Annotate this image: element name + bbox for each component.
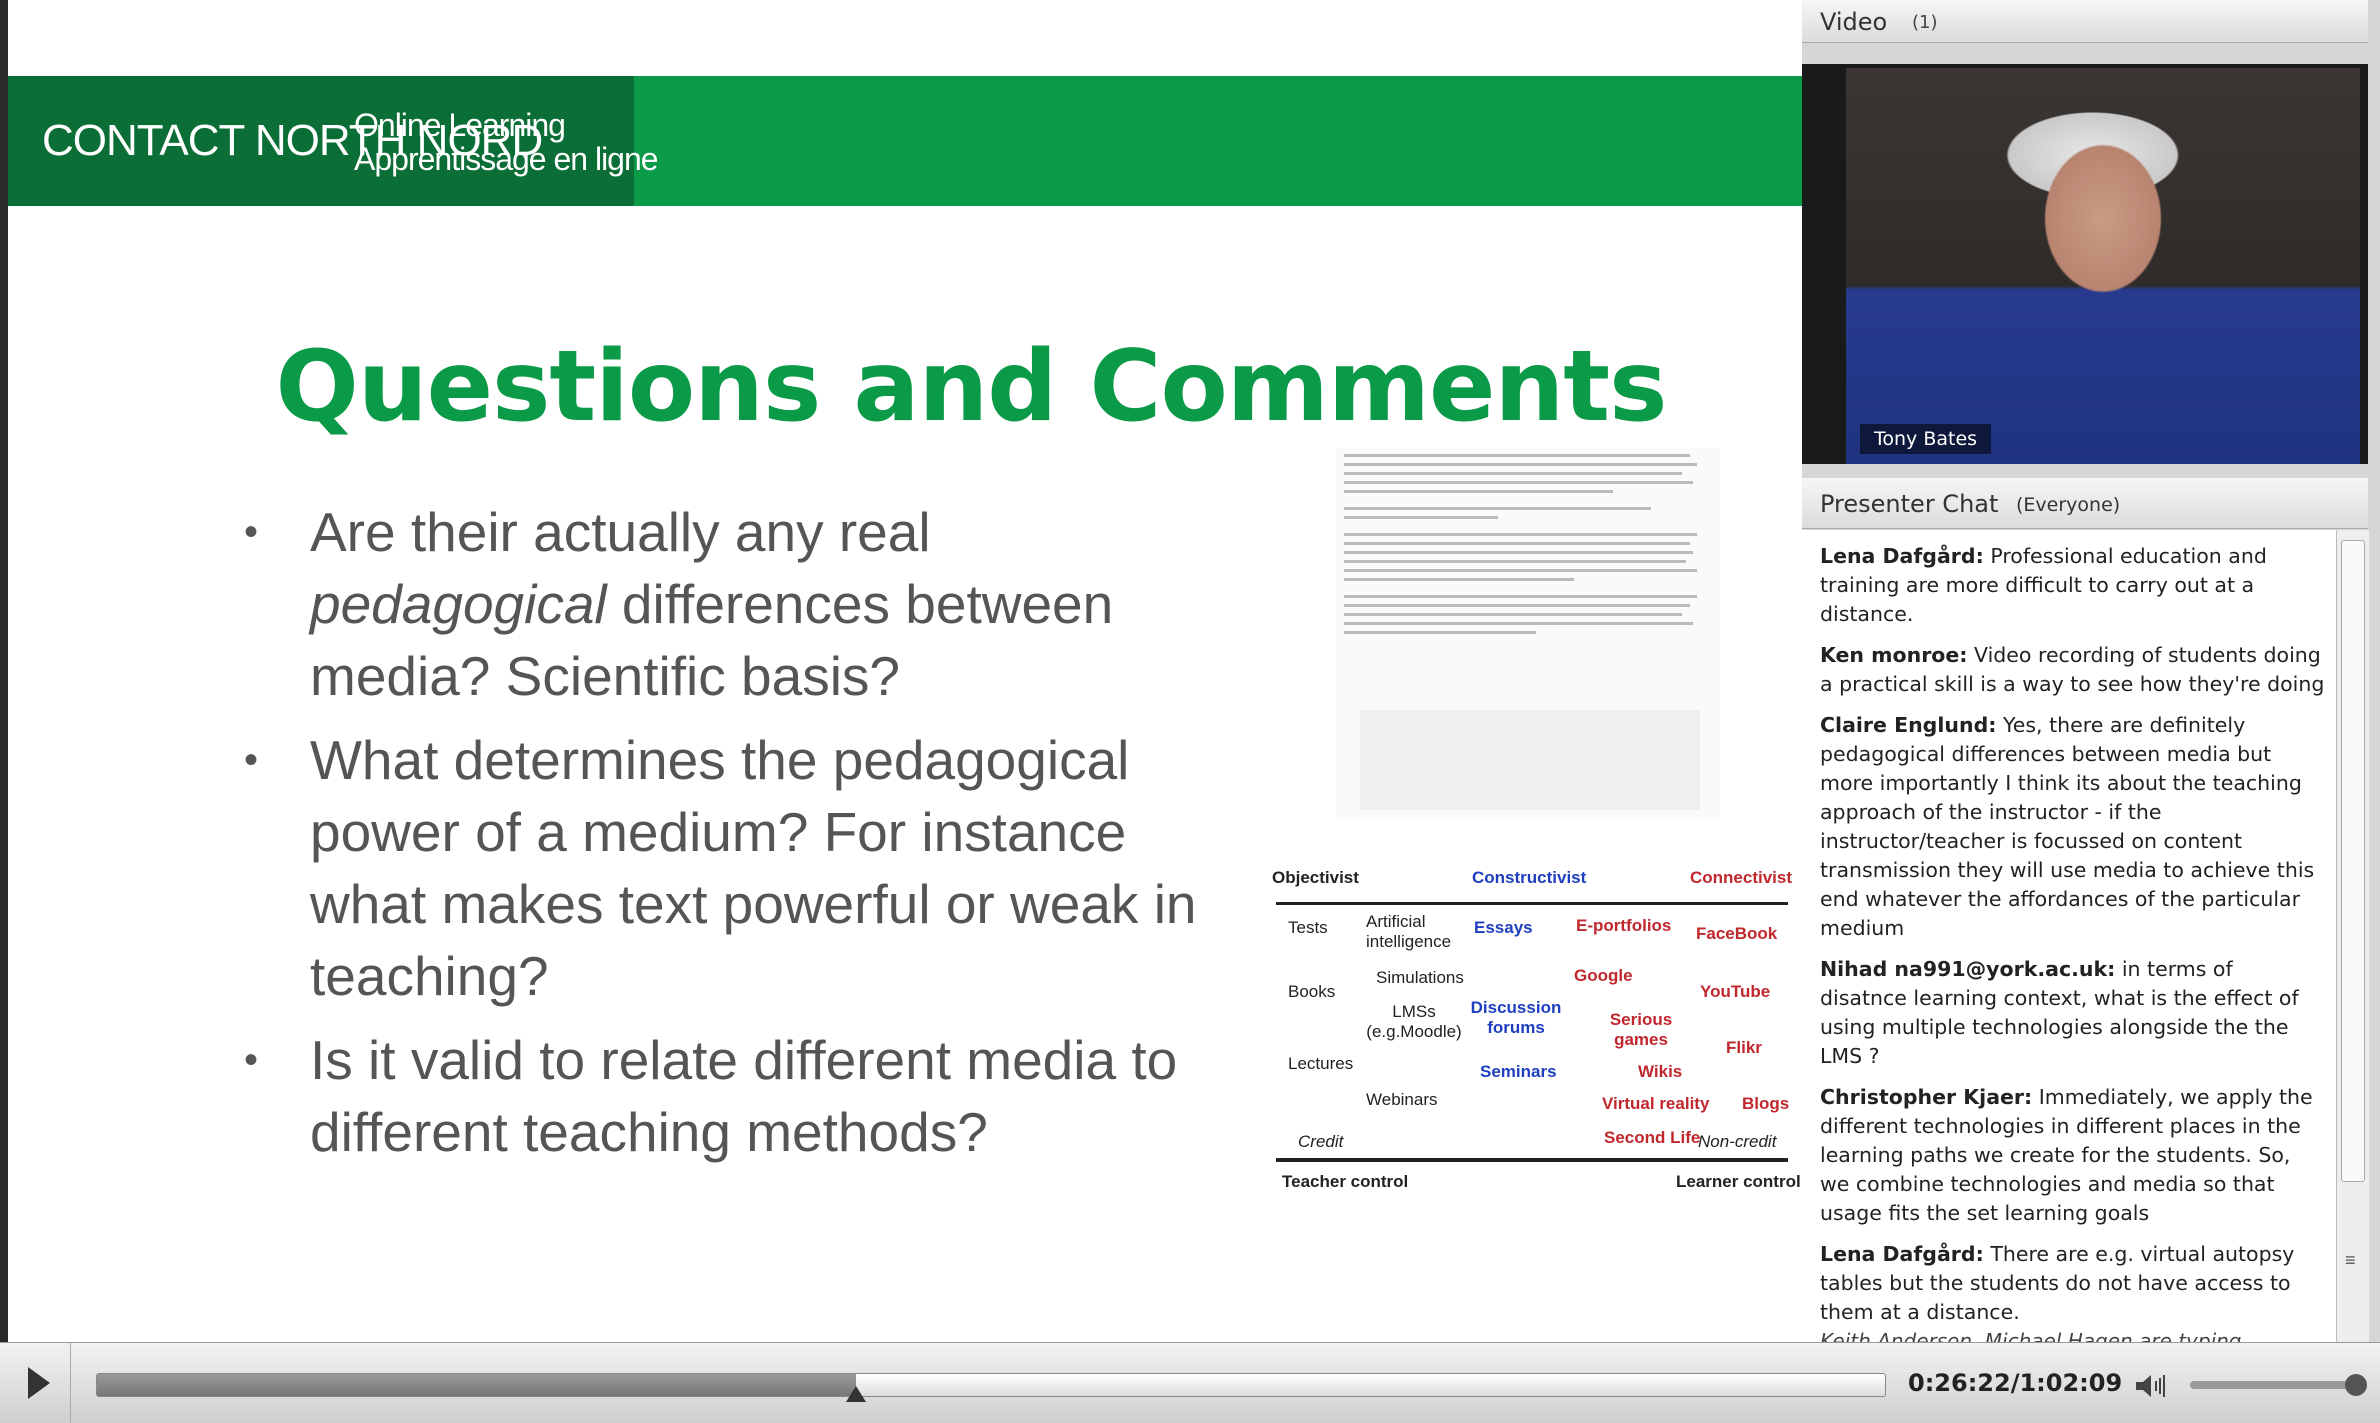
diagram-top-rule	[1276, 902, 1788, 905]
chat-author: Claire Englund:	[1820, 713, 1997, 737]
presenter-name-label: Tony Bates	[1860, 424, 1992, 454]
contact-north-logo: CONTACT NORTH NORD Online Learning Appre…	[8, 76, 659, 206]
presenter-video-image	[1846, 68, 2360, 464]
progress-played	[97, 1374, 856, 1396]
logo-tagline: Online Learning Apprentissage en ligne	[354, 107, 659, 177]
logo-tagline-en: Online Learning	[354, 107, 566, 143]
item-virtual-reality: Virtual reality	[1602, 1094, 1710, 1113]
playback-bar: 0:26:22/1:02:09	[0, 1342, 2380, 1423]
chat-pod-title: Presenter Chat	[1820, 490, 1999, 518]
document-quote-box	[1360, 710, 1700, 810]
chat-author: Lena Dafgård:	[1820, 544, 1984, 568]
bullet-dot-icon: •	[244, 510, 259, 554]
video-pod-header: Video (1)	[1802, 0, 2368, 43]
slide-bullet: • Are their actually any real pedagogical…	[228, 496, 1228, 712]
label-non-credit: Non-credit	[1698, 1132, 1777, 1151]
label-learner-control: Learner control	[1676, 1172, 1801, 1191]
bullet-dot-icon: •	[244, 738, 259, 782]
item-facebook: FaceBook	[1696, 924, 1778, 943]
diagram-bottom-rule	[1276, 1158, 1788, 1162]
item-youtube: YouTube	[1700, 982, 1771, 1001]
playback-time: 0:26:22/1:02:09	[1908, 1369, 2123, 1397]
label-lectures: Lectures	[1288, 1054, 1354, 1073]
chat-author: Christopher Kjaer:	[1820, 1085, 2033, 1109]
volume-knob[interactable]	[2345, 1374, 2367, 1396]
volume-slider[interactable]	[2190, 1374, 2367, 1396]
item-e-portfolios: E-portfolios	[1576, 916, 1672, 935]
document-thumbnail	[1336, 448, 1720, 820]
play-icon	[28, 1367, 50, 1399]
item-serious-games: Serious games	[1609, 1010, 1673, 1049]
item-flikr: Flikr	[1726, 1038, 1762, 1057]
chat-message-list: Lena Dafgård: Professional education and…	[1802, 530, 2336, 1342]
progress-handle[interactable]	[845, 1386, 866, 1402]
bullet-italic-text: pedagogical	[310, 573, 607, 635]
label-tests: Tests	[1288, 918, 1328, 937]
item-blogs: Blogs	[1742, 1094, 1790, 1113]
grip-icon: ≡	[2345, 1250, 2356, 1270]
chat-text: Yes, there are definitely pedagogical di…	[1820, 713, 2315, 940]
bullet-text: Is it valid to relate different media to…	[310, 1029, 1178, 1163]
chat-message: Lena Dafgård: Professional education and…	[1820, 542, 2326, 629]
chat-message: Christopher Kjaer: Immediately, we apply…	[1820, 1083, 2326, 1228]
label-books: Books	[1288, 982, 1336, 1001]
slide-banner: CONTACT NORTH NORD Online Learning Appre…	[8, 76, 1802, 206]
video-count: (1)	[1912, 12, 1938, 33]
play-button[interactable]	[0, 1343, 71, 1423]
chat-message: Lena Dafgård: There are e.g. virtual aut…	[1820, 1240, 2326, 1327]
chat-message: Ken monroe: Video recording of students …	[1820, 641, 2326, 699]
bullet-text: What determines the pedagogical power of…	[310, 729, 1197, 1007]
slide-bullet-list: • Are their actually any real pedagogical…	[228, 496, 1228, 1180]
video-feed[interactable]: Tony Bates	[1802, 64, 2368, 464]
chat-pod-header: Presenter Chat (Everyone)	[1802, 478, 2368, 529]
chat-message: Nihad na991@york.ac.uk: in terms of disa…	[1820, 955, 2326, 1071]
playback-progress-bar[interactable]	[96, 1373, 1886, 1402]
item-simulations: Simulations	[1376, 968, 1464, 987]
bullet-text: Are their actually any real	[310, 501, 931, 563]
item-webinars: Webinars	[1366, 1090, 1438, 1109]
item-google: Google	[1574, 966, 1633, 985]
media-methods-diagram: Objectivist Constructivist Connectivist …	[1262, 862, 1802, 1202]
item-lmss: LMSs (e.g.Moodle)	[1366, 1002, 1462, 1041]
label-credit: Credit	[1298, 1132, 1344, 1151]
item-discussion-forums: Discussion forums	[1470, 998, 1562, 1037]
slide-title: Questions and Comments	[275, 330, 1668, 444]
chat-author: Nihad na991@york.ac.uk:	[1820, 957, 2116, 981]
chat-scope: (Everyone)	[2016, 494, 2121, 516]
typing-indicator: Keith Anderson, Michael Hagen are typing…	[1820, 1329, 2261, 1342]
header-objectivist: Objectivist	[1272, 868, 1359, 887]
header-constructivist: Constructivist	[1472, 868, 1587, 887]
header-connectivist: Connectivist	[1690, 868, 1793, 887]
bullet-dot-icon: •	[244, 1038, 259, 1082]
presentation-slide: CONTACT NORTH NORD Online Learning Appre…	[8, 0, 1802, 1342]
item-essays: Essays	[1474, 918, 1533, 937]
item-wikis: Wikis	[1638, 1062, 1683, 1081]
item-second-life: Second Life	[1604, 1128, 1701, 1147]
chat-scrollbar[interactable]: ≡	[2336, 530, 2369, 1342]
item-seminars: Seminars	[1480, 1062, 1557, 1081]
slide-bullet: • What determines the pedagogical power o…	[228, 724, 1228, 1012]
label-teacher-control: Teacher control	[1282, 1172, 1409, 1191]
item-artificial-intelligence: Artificial intelligence	[1366, 912, 1452, 951]
video-pod-title: Video	[1820, 8, 1888, 36]
chat-scrollbar-thumb[interactable]	[2341, 540, 2365, 1182]
volume-icon[interactable]	[2134, 1373, 2168, 1399]
chat-message: Claire Englund: Yes, there are definitel…	[1820, 711, 2326, 943]
chat-author: Lena Dafgård:	[1820, 1242, 1984, 1266]
slide-bullet: • Is it valid to relate different media t…	[228, 1024, 1228, 1168]
logo-tagline-fr: Apprentissage en ligne	[354, 141, 659, 177]
chat-author: Ken monroe:	[1820, 643, 1968, 667]
right-panel: Video (1) Tony Bates Presenter Chat (Eve…	[1802, 0, 2380, 1342]
